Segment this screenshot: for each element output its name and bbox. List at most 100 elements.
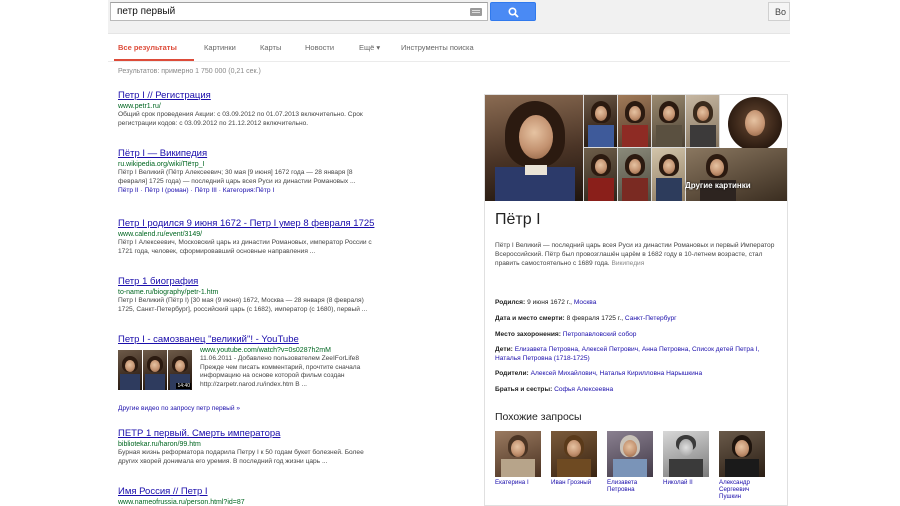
portrait-image[interactable]: [485, 95, 583, 201]
portrait-image[interactable]: [618, 95, 651, 147]
portrait-image[interactable]: [686, 95, 719, 147]
entity-description: Пётр I Великий — последний царь всея Рус…: [495, 241, 780, 268]
fact-born: Родился: 9 июня 1672 г., Москва: [495, 298, 780, 307]
tab-more[interactable]: Ещё ▾: [359, 43, 380, 52]
search-query-text: петр первый: [117, 6, 176, 17]
video-frame: [143, 350, 167, 390]
result-sublinks[interactable]: Пётр II · Пётр I (роман) · Пётр III · Ка…: [118, 186, 448, 195]
fact-link[interactable]: Петропавловский собор: [563, 331, 637, 338]
related-search-item[interactable]: Николай II: [663, 431, 711, 486]
result-title-link[interactable]: Петр I - самозванец "великий"! - YouTube: [118, 334, 448, 346]
related-thumbnail: [719, 431, 765, 477]
related-label: Александр Сергеевич Пушкин: [719, 479, 750, 500]
search-result: Петр 1 биография to-name.ru/biography/pe…: [118, 276, 448, 314]
search-result: Петр I родился 9 июня 1672 - Петр I умер…: [118, 218, 448, 256]
search-button[interactable]: [490, 2, 536, 21]
description-source-link[interactable]: Википедия: [611, 260, 644, 267]
result-title-link[interactable]: Пётр I — Википедия: [118, 148, 448, 160]
search-result: Имя Россия // Петр I www.nameofrussia.ru…: [118, 486, 448, 506]
result-snippet-line: других хворей донимала его уремия. В пос…: [118, 457, 328, 465]
fact-siblings: Братья и сестры: Софья Алексеевна: [495, 385, 780, 394]
fact-parents: Родители: Алексей Михайлович, Наталья Ки…: [495, 369, 780, 378]
fact-label: Родился:: [495, 299, 526, 306]
related-thumbnail: [607, 431, 653, 477]
tab-maps[interactable]: Карты: [260, 43, 281, 52]
search-tabs: Все результаты Картинки Карты Новости Ещ…: [108, 40, 790, 62]
result-snippet-line: 1721 года, человек, сформировавший основ…: [118, 247, 316, 255]
result-title-link[interactable]: Петр I родился 9 июня 1672 - Петр I умер…: [118, 218, 448, 230]
knowledge-panel: Другие картинки Пётр I Пётр I Великий — …: [484, 94, 788, 506]
fact-label: Дети:: [495, 346, 513, 353]
video-details: www.youtube.com/watch?v=0s0287h2mM 11.06…: [200, 346, 440, 389]
result-title-link[interactable]: ПЕТР 1 первый. Смерть императора: [118, 428, 448, 440]
video-frame: [118, 350, 142, 390]
result-snippet-line: 1725, Санкт-Петербург], российский царь …: [118, 305, 368, 313]
fact-children: Дети: Елизавета Петровна, Алексей Петров…: [495, 345, 780, 363]
tab-search-tools[interactable]: Инструменты поиска: [401, 43, 474, 52]
related-thumbnail: [495, 431, 541, 477]
active-tab-indicator: [114, 59, 194, 61]
result-title-link[interactable]: Имя Россия // Петр I: [118, 486, 448, 498]
fact-label: Дата и место смерти:: [495, 315, 565, 322]
video-duration: 14:40: [176, 383, 191, 389]
fact-link[interactable]: Алексей Михайлович, Наталья Кирилловна Н…: [531, 370, 703, 377]
fact-death: Дата и место смерти: 8 февраля 1725 г., …: [495, 314, 780, 323]
related-search-item[interactable]: Александр Сергеевич Пушкин: [719, 431, 767, 500]
related-thumbnail: [551, 431, 597, 477]
result-snippet-line: Петр I Великий (Пётр I) [30 мая (9 июня)…: [118, 297, 364, 304]
fact-value: 9 июня 1672 г.,: [527, 299, 574, 306]
related-label: Екатерина I: [495, 479, 529, 486]
result-url: www.youtube.com/watch?v=0s0287h2mM: [200, 347, 331, 354]
search-results-page: петр первый Во Все результаты Картинки К…: [108, 0, 790, 506]
portrait-image[interactable]: [720, 95, 787, 155]
fact-label: Родители:: [495, 370, 529, 377]
fact-value: 8 февраля 1725 г.,: [566, 315, 625, 322]
fact-link[interactable]: Санкт-Петербург: [625, 315, 677, 322]
result-title-link[interactable]: Петр 1 биография: [118, 276, 448, 288]
result-snippet-line: Пётр I Алексеевич, Московский царь из ди…: [118, 239, 372, 246]
magnifier-icon: [508, 7, 519, 18]
video-thumbnail[interactable]: 14:40: [118, 350, 194, 390]
portrait-image[interactable]: [618, 148, 651, 201]
search-row: петр первый Во: [108, 0, 790, 36]
tab-all[interactable]: Все результаты: [118, 43, 177, 52]
more-videos-link[interactable]: Другие видео по запросу петр первый »: [118, 404, 240, 413]
result-title-link[interactable]: Петр I // Регистрация: [118, 90, 448, 102]
search-result: Петр I // Регистрация www.petr1.ru/ Общи…: [118, 90, 448, 128]
portrait-image[interactable]: [686, 148, 787, 201]
related-label: Иван Грозный: [551, 479, 592, 486]
result-url: to-name.ru/biography/petr-1.htm: [118, 289, 219, 296]
related-search-item[interactable]: Екатерина I: [495, 431, 543, 486]
result-snippet-line: http://zarpetr.narod.ru/index.htm В ...: [200, 380, 308, 388]
keyboard-icon[interactable]: [470, 8, 482, 16]
tab-news[interactable]: Новости: [305, 43, 334, 52]
header-right-button[interactable]: Во: [768, 2, 790, 21]
related-searches-title: Похожие запросы: [495, 411, 582, 423]
related-label: Елизавета Петровна: [607, 479, 638, 493]
related-search-item[interactable]: Елизавета Петровна: [607, 431, 655, 493]
result-snippet-line: 11.06.2011 - Добавлено пользователем Zee…: [200, 355, 359, 362]
portrait-image[interactable]: [652, 95, 685, 147]
portrait-image[interactable]: [652, 148, 685, 201]
result-url: www.nameofrussia.ru/person.html?id=87: [118, 499, 245, 506]
search-input[interactable]: петр первый: [110, 2, 488, 21]
knowledge-panel-images[interactable]: Другие картинки: [485, 95, 787, 201]
portrait-image[interactable]: [584, 95, 617, 147]
related-label: Николай II: [663, 479, 693, 486]
fact-link[interactable]: Софья Алексеевна: [554, 386, 613, 393]
result-url: ru.wikipedia.org/wiki/Пётр_I: [118, 161, 205, 168]
related-search-item[interactable]: Иван Грозный: [551, 431, 599, 486]
result-url: www.petr1.ru/: [118, 103, 161, 110]
related-thumbnail: [663, 431, 709, 477]
result-snippet-line: февраля] 1725 года) — последний царь все…: [118, 177, 356, 185]
fact-link[interactable]: Елизавета Петровна, Алексей Петрович, Ан…: [495, 346, 759, 362]
result-snippet-line: Общий срок проведения Акции: с 03.09.201…: [118, 111, 363, 118]
search-result: Пётр I — Википедия ru.wikipedia.org/wiki…: [118, 148, 448, 195]
tab-images[interactable]: Картинки: [204, 43, 236, 52]
portrait-image[interactable]: [584, 148, 617, 201]
result-snippet-line: регистрации кодов: с 03.09.2012 по 21.12…: [118, 119, 309, 127]
fact-link[interactable]: Москва: [574, 299, 597, 306]
fact-label: Место захоронения:: [495, 331, 561, 338]
result-url: www.calend.ru/event/3149/: [118, 231, 203, 238]
more-images-link[interactable]: Другие картинки: [685, 181, 751, 190]
